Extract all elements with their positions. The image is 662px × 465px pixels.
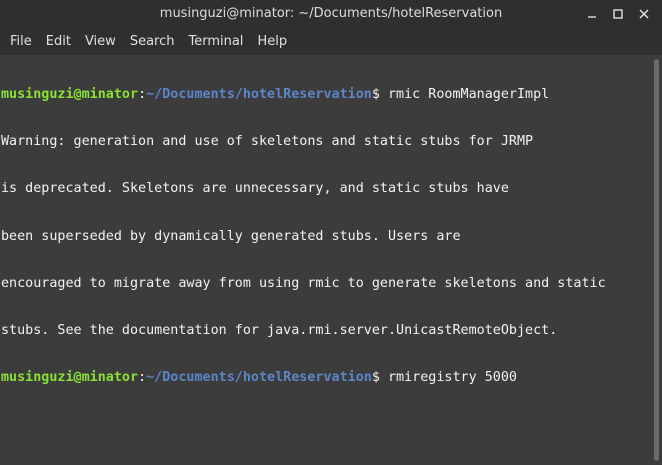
output-line: is deprecated. Skeletons are unnecessary…	[1, 181, 509, 197]
maximize-icon[interactable]	[606, 3, 630, 25]
prompt-path: ~/Documents/hotelReservation	[146, 87, 372, 102]
window-title: musinguzi@minator: ~/Documents/hotelRese…	[159, 6, 503, 21]
command-text: rmic RoomManagerImpl	[379, 87, 550, 102]
prompt-user: musinguzi@minator	[1, 370, 139, 386]
command-line: musinguzi@minator:~/Documents/hotelReser…	[1, 369, 650, 386]
prompt-separator: :	[138, 87, 147, 102]
command-line: musinguzi@minator:~/Documents/hotelReser…	[1, 86, 650, 103]
title-bar[interactable]: musinguzi@minator: ~/Documents/hotelRese…	[0, 0, 662, 28]
prompt-user: musinguzi@minator	[1, 87, 139, 102]
prompt-symbol: $	[371, 87, 380, 102]
menu-edit[interactable]: Edit	[39, 28, 78, 55]
prompt-separator: :	[138, 370, 147, 386]
menu-help[interactable]: Help	[250, 28, 294, 55]
command-text: rmiregistry 5000	[379, 370, 517, 386]
menu-bar: File Edit View Search Terminal Help	[0, 28, 662, 55]
close-icon[interactable]	[632, 3, 656, 25]
terminal-output[interactable]: musinguzi@minator:~/Documents/hotelReser…	[0, 55, 650, 465]
window-controls	[578, 0, 656, 28]
scrollbar-thumb[interactable]	[654, 59, 659, 461]
prompt-path: ~/Documents/hotelReservation	[146, 370, 372, 386]
output-line: stubs. See the documentation for java.rm…	[1, 322, 558, 338]
prompt-symbol: $	[371, 370, 380, 386]
scrollbar[interactable]	[650, 55, 662, 465]
minimize-icon[interactable]	[580, 3, 604, 25]
terminal-window: musinguzi@minator: ~/Documents/hotelRese…	[0, 0, 662, 465]
output-line: been superseded by dynamically generated…	[1, 228, 461, 244]
menu-file[interactable]: File	[3, 28, 39, 55]
menu-terminal[interactable]: Terminal	[181, 28, 250, 55]
output-line: Warning: generation and use of skeletons…	[1, 134, 534, 150]
output-line: encouraged to migrate away from using rm…	[1, 275, 606, 291]
menu-view[interactable]: View	[78, 28, 123, 55]
menu-search[interactable]: Search	[123, 28, 182, 55]
